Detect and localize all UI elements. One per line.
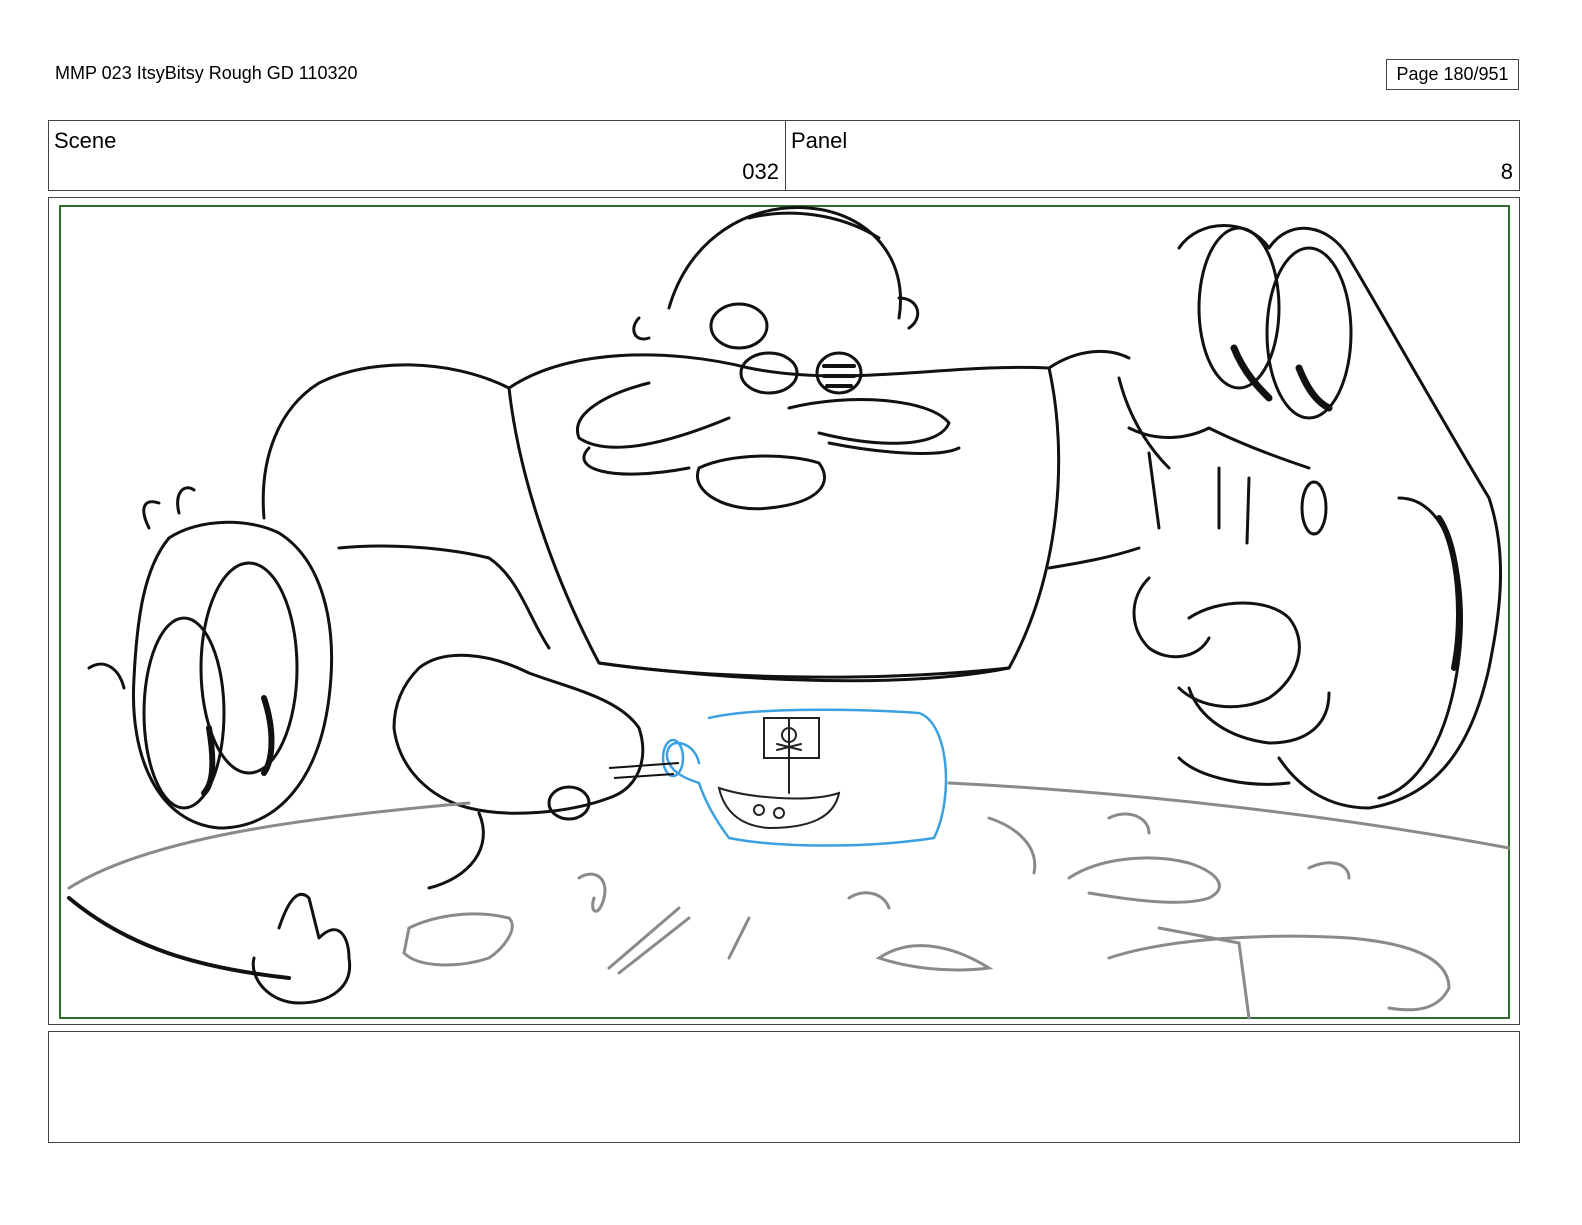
panel-number: 8 bbox=[1500, 159, 1513, 184]
storyboard-sketch bbox=[59, 205, 1511, 1020]
scene-number: 032 bbox=[742, 159, 779, 184]
ship-sketch bbox=[717, 717, 841, 830]
left-character-sketch bbox=[67, 486, 352, 1005]
scene-label: Scene bbox=[54, 128, 117, 153]
scene-panel-table: Scene 032 Panel 8 bbox=[48, 120, 1520, 191]
page-indicator: Page 180/951 bbox=[1386, 59, 1519, 90]
document-title: MMP 023 ItsyBitsy Rough GD 110320 bbox=[55, 63, 358, 83]
scene-cell: Scene 032 bbox=[49, 121, 786, 190]
storyboard-image-frame bbox=[48, 197, 1520, 1025]
safe-area-border bbox=[59, 205, 1510, 1019]
panel-cell: Panel 8 bbox=[786, 121, 1519, 190]
notes-box bbox=[48, 1031, 1520, 1143]
table-sketch bbox=[67, 781, 1511, 1020]
right-character-sketch bbox=[1117, 224, 1503, 810]
panel-label: Panel bbox=[791, 128, 848, 153]
